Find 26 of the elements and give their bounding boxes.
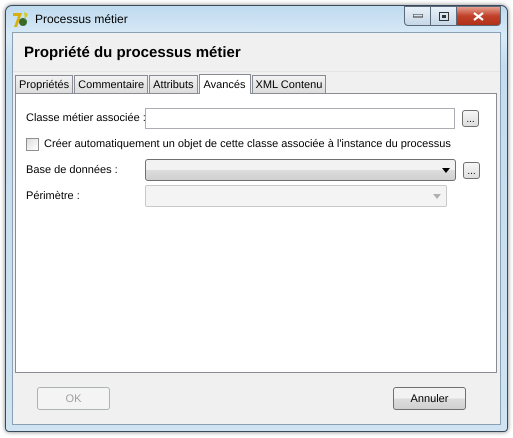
field-label: Périmètre : bbox=[26, 190, 81, 202]
close-button[interactable] bbox=[457, 6, 501, 26]
maximize-button[interactable] bbox=[431, 6, 457, 26]
field-label: Classe métier associée : bbox=[26, 112, 145, 124]
window-title: Processus métier bbox=[35, 12, 128, 26]
tab[interactable]: XML Contenu bbox=[252, 75, 326, 93]
dialog-button[interactable]: Annuler bbox=[393, 387, 466, 410]
minimize-button[interactable] bbox=[404, 6, 431, 26]
maximize-icon bbox=[438, 12, 448, 20]
text-field[interactable] bbox=[145, 108, 455, 128]
close-icon bbox=[473, 12, 484, 20]
dialog-header: Propriété du processus métier bbox=[13, 33, 500, 72]
tab[interactable]: Avancés bbox=[198, 74, 251, 94]
browse-button[interactable]: ... bbox=[462, 110, 479, 126]
caret-icon bbox=[433, 194, 441, 198]
tab[interactable]: Attributs bbox=[149, 75, 198, 93]
browse-button[interactable]: ... bbox=[463, 162, 480, 178]
dropdown[interactable] bbox=[145, 159, 456, 181]
caret-icon bbox=[442, 168, 450, 172]
tab[interactable]: Propriétés bbox=[15, 75, 74, 93]
minimize-icon bbox=[412, 14, 422, 18]
checkbox[interactable] bbox=[26, 138, 39, 150]
app-icon bbox=[12, 10, 29, 28]
tab[interactable]: Commentaire bbox=[74, 75, 148, 93]
field-label: Base de données : bbox=[26, 164, 119, 176]
checkbox-label: Créer automatiquement un objet de cette classe associée à l'instance du processus bbox=[44, 138, 451, 150]
